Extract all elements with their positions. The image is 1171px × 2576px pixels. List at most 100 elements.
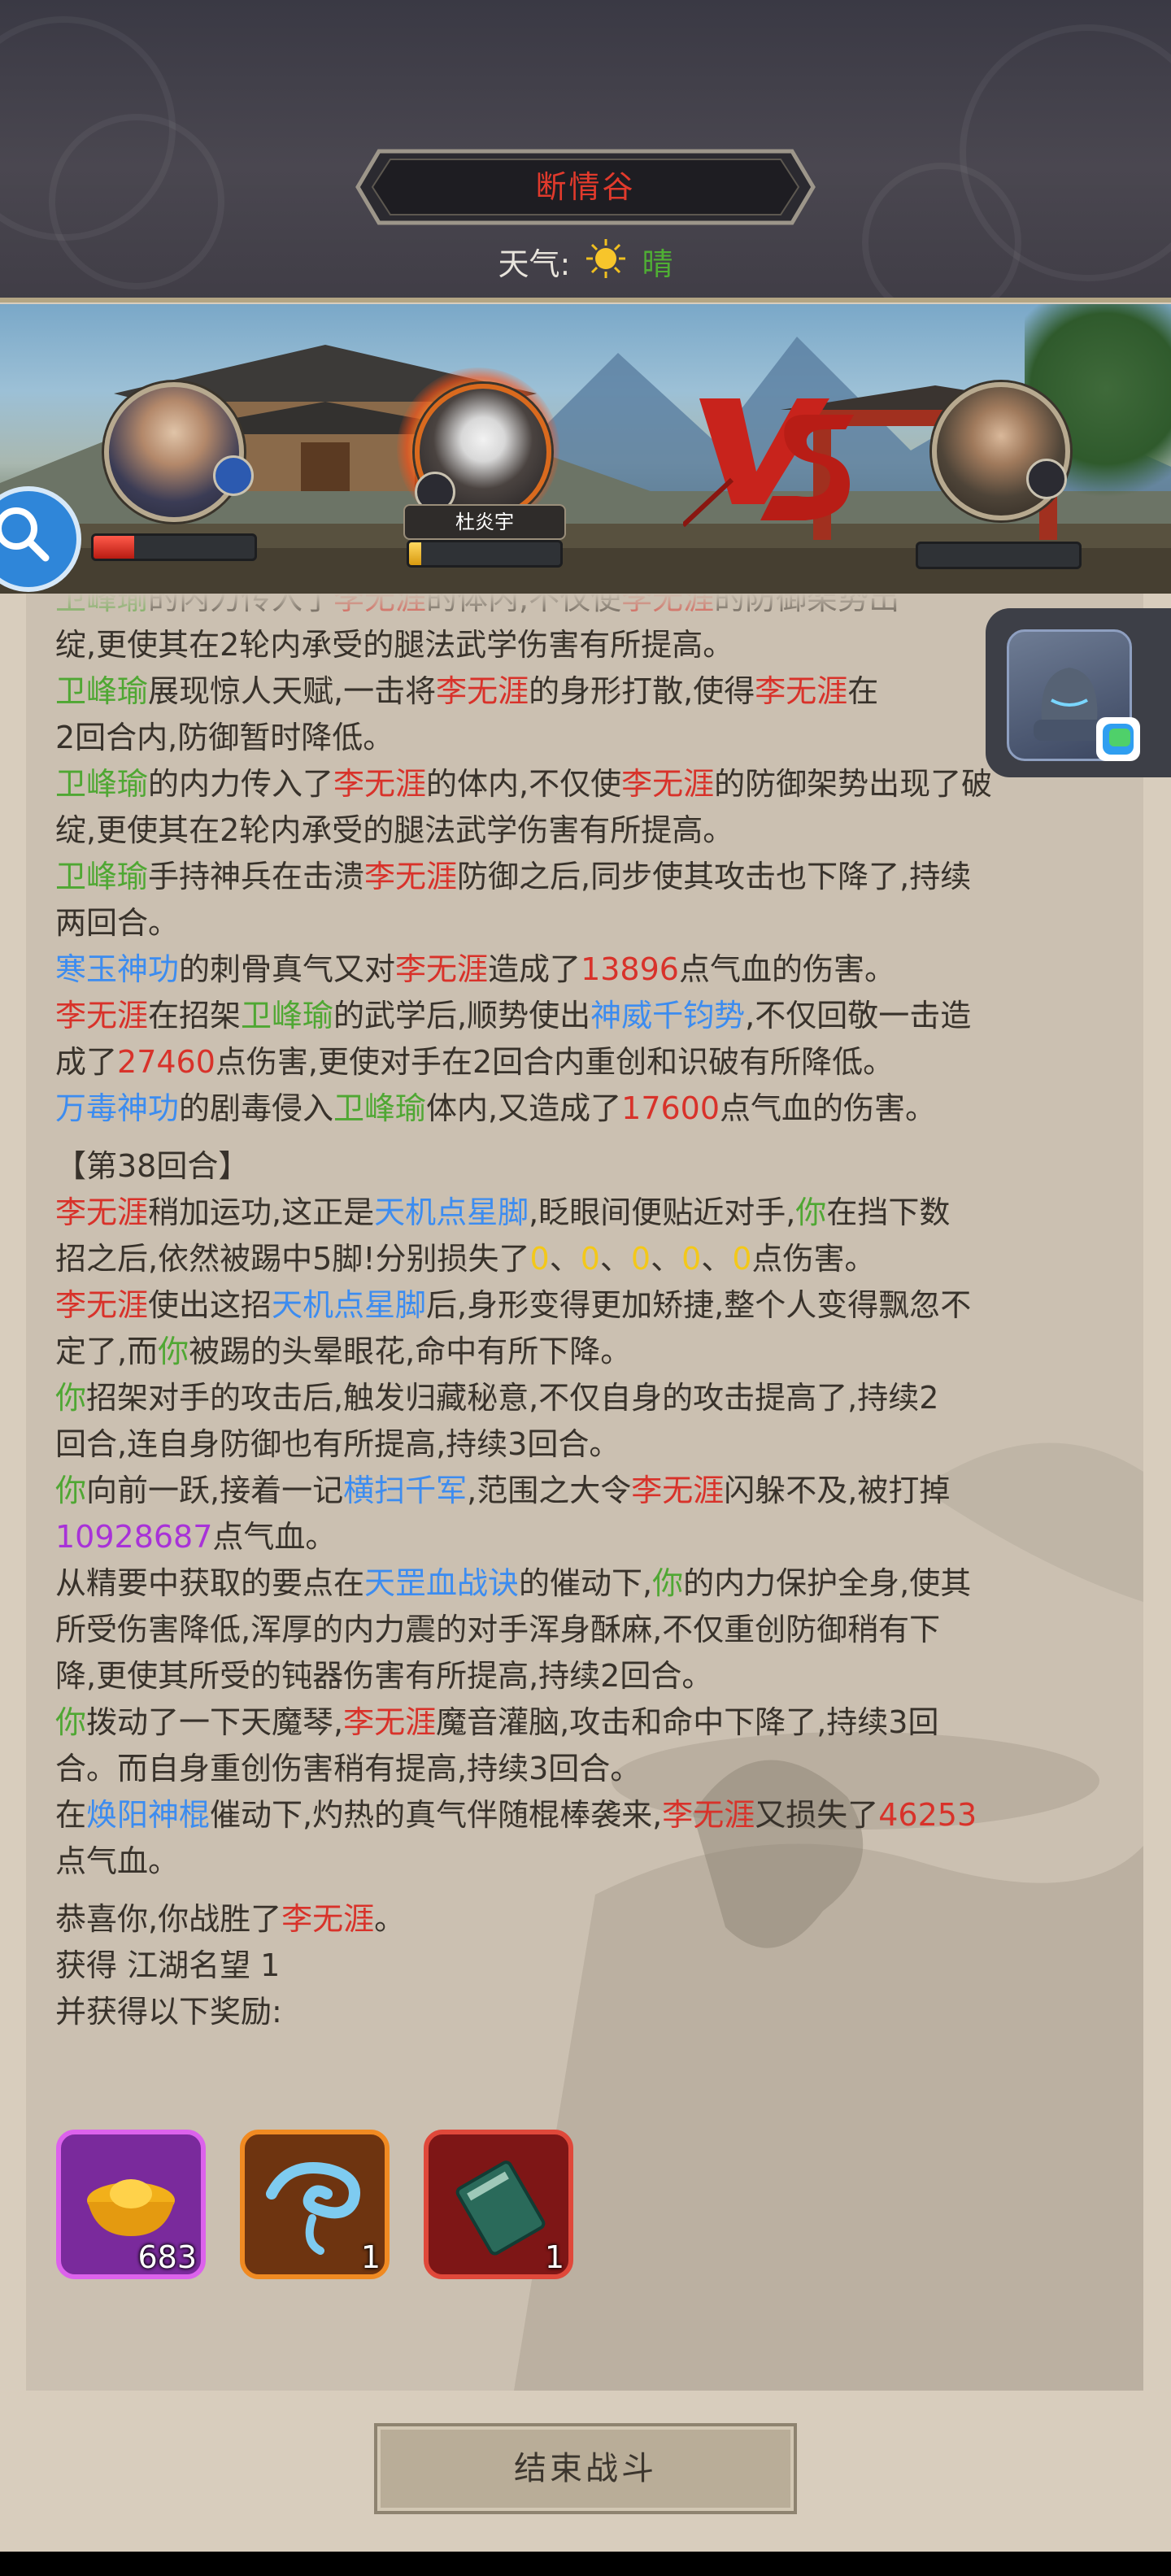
- log-line: 恭喜你,你战胜了李无涯。: [55, 1896, 1129, 1943]
- log-segment: 李无涯: [631, 1473, 725, 1508]
- log-segment: 0: [681, 1241, 702, 1277]
- log-segment: 0: [630, 1241, 651, 1277]
- log-segment: 的武学后,顺势使出: [333, 998, 591, 1033]
- log-segment: 天机点星脚: [272, 1287, 427, 1323]
- log-line: 你招架对手的攻击后,触发归藏秘意,不仅自身的攻击提高了,持续2: [55, 1375, 1129, 1421]
- log-segment: 李无涯: [755, 673, 848, 709]
- log-segment: ,眨眼间便贴近对手,: [529, 1194, 796, 1230]
- log-segment: 天罡血战诀: [364, 1565, 520, 1601]
- log-gap: [55, 1885, 1129, 1896]
- log-segment: 李无涯: [55, 1287, 149, 1323]
- log-segment: 手持神兵在击溃: [148, 859, 365, 894]
- log-segment: 0: [732, 1241, 752, 1277]
- enemy-hp-bar: [916, 542, 1082, 569]
- log-segment: 、: [549, 1241, 581, 1277]
- log-segment: 李无涯: [662, 1797, 755, 1833]
- log-line: 获得 江湖名望 1: [55, 1943, 1129, 1989]
- log-segment: 所受伤害降低,浑厚的内力震的对手浑身酥麻,不仅重创防御稍有下: [55, 1612, 941, 1647]
- log-segment: 又损失了: [755, 1797, 879, 1833]
- reward-cloud-item[interactable]: 1: [239, 2129, 390, 2280]
- reward-manual-book[interactable]: 1: [423, 2129, 574, 2280]
- enemy-avatar[interactable]: [932, 382, 1070, 520]
- log-segment: 招之后,依然被踢中5脚!分别损失了: [55, 1241, 530, 1277]
- log-segment: 李无涯: [333, 766, 427, 802]
- log-segment: 成了: [55, 1044, 118, 1080]
- log-segment: 定了,而: [55, 1334, 159, 1369]
- log-segment: 李无涯: [621, 766, 715, 802]
- log-line: 绽,更使其在2轮内承受的腿法武学伤害有所提高。: [55, 622, 1129, 668]
- log-segment: 并获得以下奖励:: [55, 1994, 282, 2030]
- log-segment: 拨动了一下天魔琴,: [86, 1704, 344, 1740]
- log-segment: 造成了: [488, 951, 581, 987]
- log-line: 点气血。: [55, 1838, 1129, 1885]
- vs-mark: [683, 398, 854, 528]
- log-segment: 李无涯: [395, 951, 489, 987]
- header-divider: [0, 298, 1171, 302]
- log-segment: 后,身形变得更加矫捷,整个人变得飘忽不: [426, 1287, 972, 1323]
- log-segment: 10928687: [55, 1519, 213, 1555]
- log-segment: 两回合。: [55, 905, 180, 941]
- log-line: 卫峰瑜展现惊人天赋,一击将李无涯的身形打散,使得李无涯在: [55, 668, 1129, 715]
- log-segment: 你: [55, 1380, 87, 1416]
- log-line: 2回合内,防御暂时降低。: [55, 715, 1129, 761]
- log-line: 定了,而你被踢的头晕眼花,命中有所下降。: [55, 1329, 1129, 1375]
- log-segment: 的刺骨真气又对: [179, 951, 396, 987]
- log-line: 并获得以下奖励:: [55, 1989, 1129, 2035]
- location-name: 断情谷: [535, 169, 636, 205]
- martial-class-icon: [213, 455, 254, 496]
- log-line: 寒玉神功的刺骨真气又对李无涯造成了13896点气血的伤害。: [55, 946, 1129, 993]
- log-segment: ,不仅回敬一击造: [745, 998, 972, 1033]
- log-segment: 闪躲不及,被打掉: [724, 1473, 951, 1508]
- battle-log-panel[interactable]: 卫峰瑜的内力传入了李无涯的体内,不仅使李无涯的防御架势出绽,更使其在2轮内承受的…: [26, 594, 1143, 2391]
- active-fighter-hp-bar: [407, 540, 563, 568]
- log-segment: 的防御架势出现了破: [714, 766, 993, 802]
- weather-label: 天气:: [498, 246, 571, 282]
- log-segment: 在招架: [148, 998, 242, 1033]
- log-segment: ,范围之大令: [467, 1473, 632, 1508]
- log-line: 卫峰瑜手持神兵在击溃李无涯防御之后,同步使其攻击也下降了,持续: [55, 854, 1129, 900]
- log-segment: 防御之后,同步使其攻击也下降了,持续: [457, 859, 972, 894]
- log-line: 合。而自身重创伤害稍有提高,持续3回合。: [55, 1746, 1129, 1792]
- ally-avatar[interactable]: [104, 382, 244, 522]
- reward-gold-ingot[interactable]: 683: [55, 2129, 207, 2280]
- log-segment: 卫峰瑜: [241, 998, 334, 1033]
- sun-icon: [585, 237, 627, 295]
- search-float-button[interactable]: [0, 486, 81, 592]
- log-segment: 的内力传入了: [148, 766, 334, 802]
- log-segment: 你: [158, 1334, 189, 1369]
- log-segment: 绽,更使其在2轮内承受的腿法武学伤害有所提高。: [55, 812, 734, 848]
- log-line: 万毒神功的剧毒侵入卫峰瑜体内,又造成了17600点气血的伤害。: [55, 1086, 1129, 1132]
- ally-hp-bar: [91, 533, 257, 561]
- log-segment: 点气血的伤害。: [678, 951, 895, 987]
- log-line: 降,更使其所受的钝器伤害有所提高,持续2回合。: [55, 1653, 1129, 1699]
- end-battle-button[interactable]: 结束战斗: [374, 2423, 797, 2514]
- reward-count: 683: [137, 2239, 197, 2275]
- log-segment: 回合,连自身防御也有所提高,持续3回合。: [55, 1426, 620, 1462]
- log-segment: 17600: [621, 1090, 720, 1126]
- location-header: 断情谷 天气: 晴: [0, 0, 1171, 302]
- log-segment: 焕阳神棍: [86, 1797, 211, 1833]
- log-segment: 从精要中获取的要点在: [55, 1565, 365, 1601]
- log-segment: 的催动下,: [519, 1565, 653, 1601]
- system-navigation-bar: [0, 2552, 1171, 2576]
- assistant-float-button[interactable]: [986, 608, 1171, 777]
- log-line: 在焕阳神棍催动下,灼热的真气伴随棍棒袭来,李无涯又损失了46253: [55, 1792, 1129, 1838]
- log-line: 招之后,依然被踢中5脚!分别损失了0、0、0、0、0点伤害。: [55, 1236, 1129, 1282]
- log-segment: 点伤害,更使对手在2回合内重创和识破有所降低。: [215, 1044, 895, 1080]
- log-segment: 绽,更使其在2轮内承受的腿法武学伤害有所提高。: [55, 627, 734, 663]
- log-segment: 卫峰瑜: [333, 1090, 427, 1126]
- log-segment: 李无涯: [436, 673, 529, 709]
- log-segment: 获得 江湖名望 1: [55, 1947, 281, 1983]
- log-segment: 稍加运功,这正是: [148, 1194, 375, 1230]
- log-line: 你向前一跃,接着一记横扫千军,范围之大令李无涯闪躲不及,被打掉: [55, 1468, 1129, 1514]
- log-line: 成了27460点伤害,更使对手在2回合内重创和识破有所降低。: [55, 1039, 1129, 1086]
- log-segment: 展现惊人天赋,一击将: [148, 673, 437, 709]
- active-fighter-name: 杜炎宇: [403, 504, 566, 540]
- log-segment: 李无涯: [281, 1901, 375, 1937]
- log-segment: 、: [599, 1241, 631, 1277]
- log-segment: 你: [55, 1704, 87, 1740]
- weather-value: 晴: [642, 246, 673, 282]
- log-segment: 神威千钧势: [590, 998, 746, 1033]
- log-segment: 你: [652, 1565, 684, 1601]
- log-segment: 46253: [878, 1797, 977, 1833]
